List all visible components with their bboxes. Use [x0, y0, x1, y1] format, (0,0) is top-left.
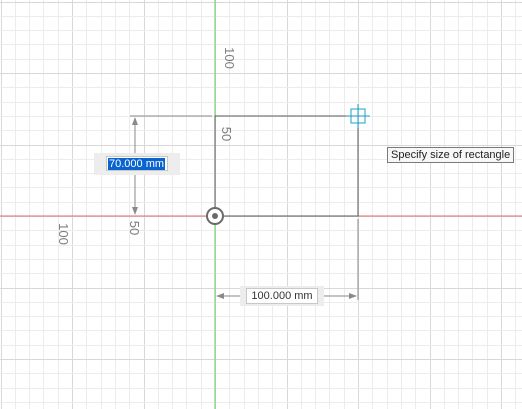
- origin-point-icon[interactable]: [206, 207, 224, 225]
- width-arrow-right: [349, 293, 357, 299]
- width-dimension-input[interactable]: 100.000 mm: [240, 286, 324, 306]
- sketch-viewport[interactable]: 100 100 50 50: [0, 0, 522, 409]
- y-axis-label-100: 100: [222, 47, 237, 69]
- crosshair-cursor-icon: [346, 104, 370, 128]
- rect-side-label-50: 50: [219, 127, 234, 141]
- sketch-grid: [0, 0, 522, 409]
- tooltip: Specify size of rectangle: [387, 147, 515, 163]
- height-arrow-top: [132, 117, 138, 125]
- height-dimension-input[interactable]: 70.000 mm: [94, 153, 180, 175]
- dim-side-label-50: 50: [127, 221, 142, 235]
- width-value[interactable]: 100.000 mm: [246, 288, 318, 304]
- x-axis-label-100: 100: [56, 223, 71, 245]
- sketch-canvas[interactable]: 100 100 50 50 70.000 mm 100.000 mm Speci…: [0, 0, 522, 409]
- height-arrow-bottom: [132, 207, 138, 215]
- height-value-selected[interactable]: 70.000 mm: [108, 158, 166, 170]
- width-arrow-left: [216, 293, 224, 299]
